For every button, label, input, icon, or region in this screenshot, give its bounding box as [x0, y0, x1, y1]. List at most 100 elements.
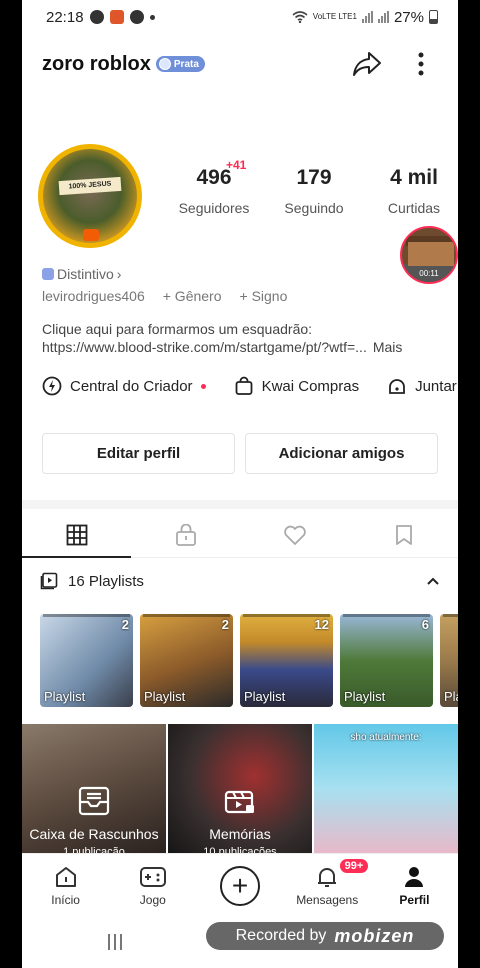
- kwai-shopping-link[interactable]: Kwai Compras: [234, 376, 360, 396]
- join-label: Juntar: [415, 377, 457, 395]
- signal2-icon: [377, 11, 389, 23]
- content-tabs: [22, 512, 458, 558]
- floating-video-thumbnail[interactable]: 00:11: [400, 226, 458, 284]
- add-friends-button[interactable]: Adicionar amigos: [245, 433, 438, 474]
- recents-button[interactable]: [108, 934, 122, 950]
- chat-notification-icon: [129, 10, 144, 24]
- profile-stats: +41 496 Seguidores 179 Seguindo 4 mil Cu…: [164, 158, 458, 216]
- nav-profile-label: Perfil: [399, 892, 430, 907]
- memories-tile[interactable]: Memórias 10 publicações: [168, 724, 312, 854]
- bio-line-1: Clique aqui para formarmos um esquadrão:: [42, 321, 313, 337]
- network-type: VoLTE LTE1: [312, 12, 357, 21]
- recorder-brand: mobizen: [334, 925, 415, 946]
- drafts-title: Caixa de Rascunhos: [29, 826, 159, 842]
- chevron-right-icon: ›: [116, 266, 122, 282]
- messages-badge: 99+: [339, 858, 369, 873]
- share-icon: [353, 52, 381, 76]
- battery-icon: [429, 10, 438, 24]
- tab-liked[interactable]: [240, 512, 349, 557]
- tab-private[interactable]: [131, 512, 240, 557]
- profile-meta: levirodrigues406 + Gênero + Signo: [42, 288, 287, 304]
- memories-icon: [224, 790, 254, 814]
- likes-count: 4 mil: [390, 166, 438, 189]
- distintivo-link[interactable]: Distintivo ›: [42, 266, 121, 282]
- avatar[interactable]: 100% JESUS: [38, 144, 142, 248]
- edit-profile-button[interactable]: Editar perfil: [42, 433, 235, 474]
- person-icon: [405, 866, 424, 887]
- wifi-icon: [292, 11, 308, 23]
- nav-profile[interactable]: Perfil: [371, 865, 458, 907]
- badge-gem-icon: [158, 58, 171, 70]
- bell-group-icon: [389, 379, 405, 394]
- playlist-label: Pla: [444, 689, 458, 704]
- playlist-card[interactable]: 2 Playlist: [40, 614, 133, 707]
- bell-icon: [318, 867, 337, 887]
- following-label: Seguindo: [284, 200, 344, 216]
- recorder-watermark: Recorded by mobizen: [206, 922, 444, 950]
- nav-game-label: Jogo: [139, 892, 166, 907]
- likes-label: Curtidas: [387, 200, 441, 216]
- profile-screen: 22:18 VoLTE LTE1 27% zoro roblox Prata 1…: [22, 0, 458, 968]
- recorder-text: Recorded by: [235, 927, 327, 944]
- profile-header: zoro roblox Prata: [22, 44, 458, 84]
- nav-game[interactable]: Jogo: [109, 865, 196, 907]
- playlist-label: Playlist: [244, 689, 286, 704]
- avatar-banner-text: 100% JESUS: [58, 176, 122, 196]
- stat-following[interactable]: 179 Seguindo: [264, 166, 364, 216]
- distintivo-icon: [42, 268, 54, 280]
- bio-more-link[interactable]: Mais: [373, 339, 403, 355]
- grid-icon: [66, 524, 87, 545]
- followers-count: 496: [196, 166, 232, 189]
- gamepad-icon: [139, 866, 166, 887]
- profile-bio[interactable]: Clique aqui para formarmos um esquadrão:…: [42, 320, 440, 356]
- share-button[interactable]: [350, 47, 384, 81]
- nav-create[interactable]: +: [196, 865, 283, 906]
- tab-posts[interactable]: [22, 512, 131, 558]
- more-options-button[interactable]: [404, 47, 438, 81]
- status-time: 22:18: [46, 8, 84, 26]
- nav-home[interactable]: Início: [22, 865, 109, 907]
- playlist-card[interactable]: 12 Playlist: [240, 614, 333, 707]
- lock-icon: [175, 523, 196, 546]
- video-tile[interactable]: sho atualmente:: [314, 724, 458, 854]
- chevron-up-icon[interactable]: [426, 576, 440, 586]
- kwai-shopping-label: Kwai Compras: [261, 377, 360, 395]
- add-gender-link[interactable]: + Gênero: [163, 288, 222, 304]
- video-caption: sho atualmente:: [350, 732, 422, 743]
- playlist-label: Playlist: [144, 689, 186, 704]
- stat-followers[interactable]: +41 496 Seguidores: [164, 158, 264, 216]
- nav-messages[interactable]: 99+ Mensagens: [284, 858, 371, 907]
- join-link[interactable]: Juntar: [387, 376, 457, 396]
- playlist-card[interactable]: Pla: [440, 614, 458, 707]
- notification-icon: [89, 10, 104, 24]
- plus-icon: +: [220, 865, 260, 906]
- playlist-count: 12: [314, 617, 329, 632]
- playlist-card[interactable]: 6 Playlist: [340, 614, 433, 707]
- stat-likes[interactable]: 4 mil Curtidas: [364, 166, 458, 216]
- playlist-count: 6: [421, 617, 429, 632]
- tab-saved[interactable]: [349, 512, 458, 557]
- drafts-tile[interactable]: Caixa de Rascunhos 1 publicação: [22, 724, 166, 854]
- profile-username: zoro roblox: [42, 52, 151, 75]
- add-sign-link[interactable]: + Signo: [240, 288, 288, 304]
- playlists-header[interactable]: 16 Playlists: [40, 572, 440, 590]
- followers-delta: +41: [226, 158, 247, 172]
- distintivo-label: Distintivo: [57, 266, 114, 282]
- signal-icon: [361, 11, 373, 23]
- bookmark-icon: [395, 524, 412, 545]
- playlists-title: 16 Playlists: [68, 572, 144, 590]
- posts-grid: Caixa de Rascunhos 1 publicação Memórias…: [22, 724, 458, 854]
- playlist-label: Playlist: [44, 689, 86, 704]
- avatar-play-icon: [83, 229, 99, 241]
- playlist-card[interactable]: 2 Playlist: [140, 614, 233, 707]
- more-notifications-icon: [149, 14, 155, 20]
- level-badge-label: Prata: [173, 58, 199, 70]
- level-badge[interactable]: Prata: [155, 56, 205, 72]
- creator-center-link[interactable]: Central do Criador: [42, 376, 206, 396]
- bottom-navigation: Início Jogo + 99+ Mensagens Perfil: [22, 853, 458, 917]
- heart-icon: [283, 525, 306, 545]
- playlist-count: 2: [121, 617, 129, 632]
- memories-title: Memórias: [209, 826, 271, 842]
- following-count: 179: [296, 166, 332, 189]
- playlist-count: 2: [221, 617, 229, 632]
